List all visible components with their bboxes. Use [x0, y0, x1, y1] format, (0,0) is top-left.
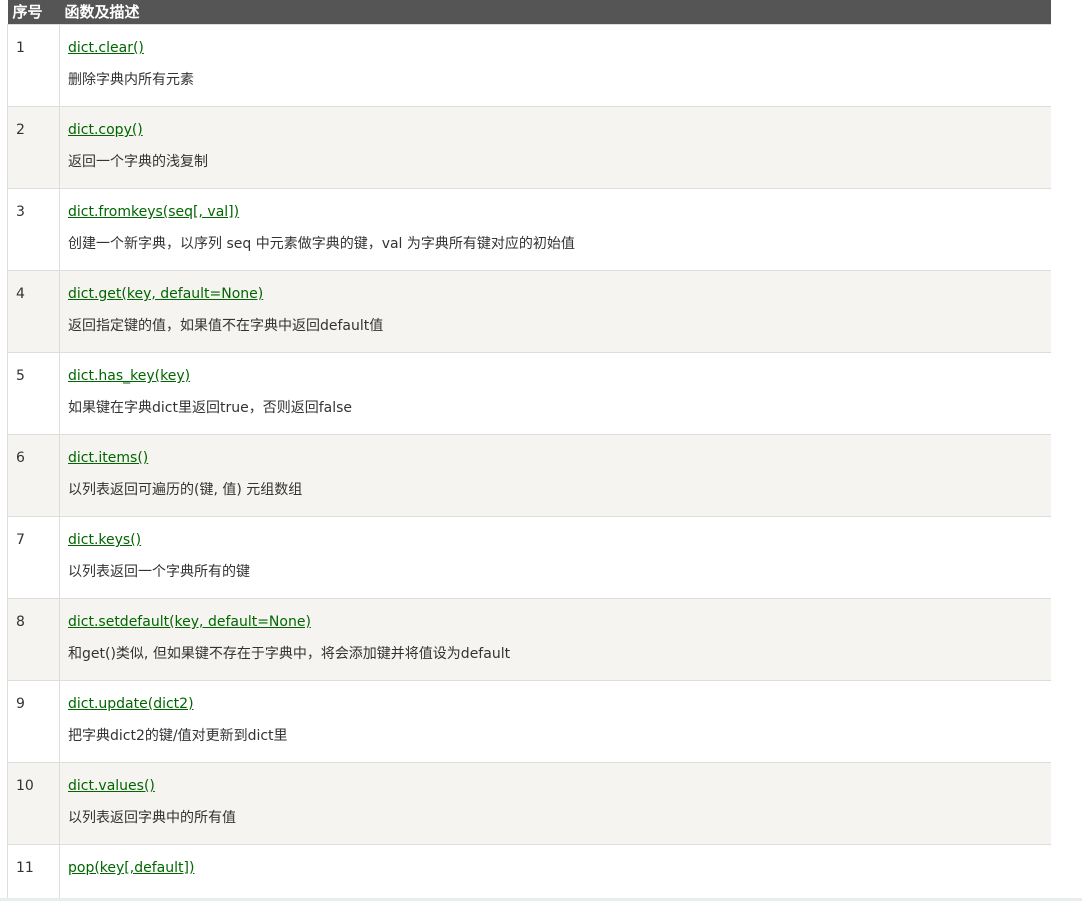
function-description: 创建一个新字典，以序列 seq 中元素做字典的键，val 为字典所有键对应的初始…	[68, 236, 575, 252]
content-area: 序号 函数及描述 1 dict.clear() 删除字典内所有元素 2 dict…	[7, 0, 1051, 901]
row-content: pop(key[,default])	[59, 844, 1051, 901]
row-number: 8	[7, 598, 60, 681]
table-row: 6 dict.items() 以列表返回可遍历的(键, 值) 元组数组	[7, 434, 1051, 517]
row-content: dict.get(key, default=None) 返回指定键的值，如果值不…	[59, 270, 1051, 353]
function-description: 以列表返回可遍历的(键, 值) 元组数组	[68, 482, 303, 498]
table-header-row: 序号 函数及描述	[7, 0, 1051, 25]
table-row: 4 dict.get(key, default=None) 返回指定键的值，如果…	[7, 270, 1051, 353]
row-content: dict.clear() 删除字典内所有元素	[59, 24, 1051, 107]
table-row: 10 dict.values() 以列表返回字典中的所有值	[7, 762, 1051, 845]
row-number: 11	[7, 844, 60, 901]
row-number: 2	[7, 106, 60, 189]
table-row: 11 pop(key[,default])	[7, 844, 1051, 901]
table-row: 2 dict.copy() 返回一个字典的浅复制	[7, 106, 1051, 189]
table-row: 1 dict.clear() 删除字典内所有元素	[7, 24, 1051, 107]
table-body: 1 dict.clear() 删除字典内所有元素 2 dict.copy() 返…	[7, 24, 1051, 901]
function-link[interactable]: dict.keys()	[68, 530, 1051, 550]
header-index: 序号	[7, 0, 60, 25]
row-content: dict.update(dict2) 把字典dict2的键/值对更新到dict里	[59, 680, 1051, 763]
function-link[interactable]: dict.has_key(key)	[68, 366, 1051, 386]
row-number: 1	[7, 24, 60, 107]
row-content: dict.fromkeys(seq[, val]) 创建一个新字典，以序列 se…	[59, 188, 1051, 271]
table-row: 3 dict.fromkeys(seq[, val]) 创建一个新字典，以序列 …	[7, 188, 1051, 271]
function-link[interactable]: dict.get(key, default=None)	[68, 284, 1051, 304]
function-description: 返回指定键的值，如果值不在字典中返回default值	[68, 318, 384, 334]
row-content: dict.values() 以列表返回字典中的所有值	[59, 762, 1051, 845]
row-number: 10	[7, 762, 60, 845]
function-link[interactable]: pop(key[,default])	[68, 858, 1051, 878]
row-content: dict.keys() 以列表返回一个字典所有的键	[59, 516, 1051, 599]
row-number: 9	[7, 680, 60, 763]
function-link[interactable]: dict.clear()	[68, 38, 1051, 58]
function-description: 以列表返回一个字典所有的键	[68, 564, 250, 580]
function-description: 以列表返回字典中的所有值	[68, 810, 236, 826]
table-row: 7 dict.keys() 以列表返回一个字典所有的键	[7, 516, 1051, 599]
function-link[interactable]: dict.update(dict2)	[68, 694, 1051, 714]
row-number: 7	[7, 516, 60, 599]
row-number: 5	[7, 352, 60, 435]
function-description: 返回一个字典的浅复制	[68, 154, 208, 170]
row-number: 3	[7, 188, 60, 271]
function-link[interactable]: dict.values()	[68, 776, 1051, 796]
function-link[interactable]: dict.copy()	[68, 120, 1051, 140]
row-content: dict.has_key(key) 如果键在字典dict里返回true，否则返回…	[59, 352, 1051, 435]
function-link[interactable]: dict.fromkeys(seq[, val])	[68, 202, 1051, 222]
header-function-description: 函数及描述	[59, 0, 1051, 25]
function-link[interactable]: dict.setdefault(key, default=None)	[68, 612, 1051, 632]
function-description: 如果键在字典dict里返回true，否则返回false	[68, 400, 352, 416]
function-link[interactable]: dict.items()	[68, 448, 1051, 468]
row-content: dict.copy() 返回一个字典的浅复制	[59, 106, 1051, 189]
table-row: 9 dict.update(dict2) 把字典dict2的键/值对更新到dic…	[7, 680, 1051, 763]
row-content: dict.items() 以列表返回可遍历的(键, 值) 元组数组	[59, 434, 1051, 517]
row-content: dict.setdefault(key, default=None) 和get(…	[59, 598, 1051, 681]
function-description: 把字典dict2的键/值对更新到dict里	[68, 728, 288, 744]
row-number: 4	[7, 270, 60, 353]
function-description: 和get()类似, 但如果键不存在于字典中，将会添加键并将值设为default	[68, 646, 511, 662]
dict-methods-table: 序号 函数及描述 1 dict.clear() 删除字典内所有元素 2 dict…	[7, 0, 1051, 901]
row-number: 6	[7, 434, 60, 517]
function-description: 删除字典内所有元素	[68, 72, 194, 88]
table-row: 8 dict.setdefault(key, default=None) 和ge…	[7, 598, 1051, 681]
table-row: 5 dict.has_key(key) 如果键在字典dict里返回true，否则…	[7, 352, 1051, 435]
